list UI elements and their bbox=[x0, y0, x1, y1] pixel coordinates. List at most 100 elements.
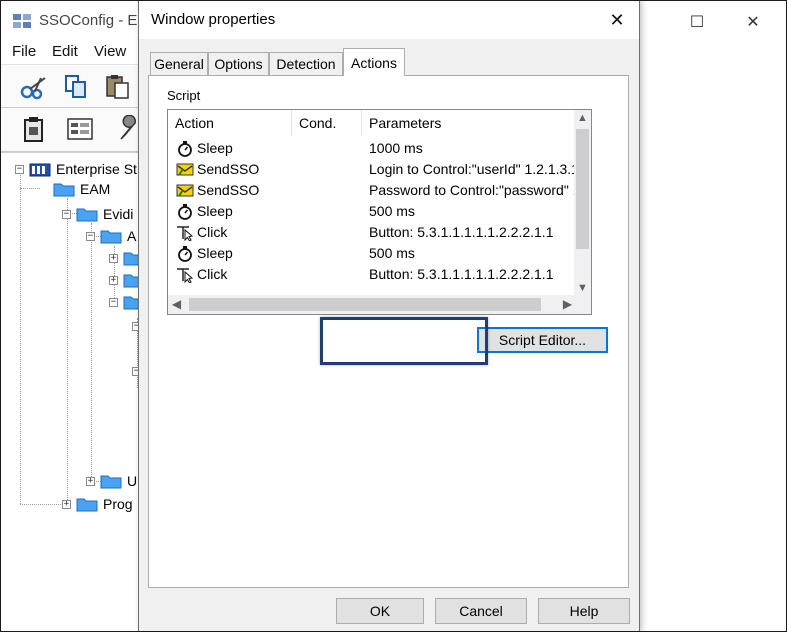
expand-toggle[interactable]: + bbox=[62, 499, 71, 509]
tab-general[interactable]: General bbox=[150, 52, 208, 75]
stopwatch-icon bbox=[178, 246, 192, 262]
cond-cell bbox=[299, 243, 359, 264]
sendsso-icon bbox=[176, 184, 194, 197]
dialog-title: Window properties bbox=[151, 11, 276, 28]
tree-item-u[interactable]: + U bbox=[86, 471, 137, 491]
stopwatch-icon bbox=[178, 141, 192, 157]
tree-view[interactable]: − Enterprise St EAM − Evidi − A + + − − … bbox=[1, 152, 146, 631]
collapse-toggle[interactable]: − bbox=[86, 231, 95, 241]
script-editor-button[interactable]: Script Editor... bbox=[477, 327, 608, 353]
scroll-corner bbox=[574, 295, 591, 314]
table-row[interactable]: SendSSO Login to Control:"userId" 1.2.1.… bbox=[168, 159, 586, 180]
tree-item-evidi[interactable]: − Evidi bbox=[62, 204, 133, 224]
tab-options[interactable]: Options bbox=[208, 52, 269, 75]
table-row[interactable]: Click Button: 5.3.1.1.1.1.1.2.2.2.1.1 bbox=[168, 264, 586, 285]
scissors-icon[interactable] bbox=[19, 72, 49, 102]
action-cell: SendSSO bbox=[197, 161, 260, 177]
action-cell: Click bbox=[197, 266, 228, 282]
column-header-cond[interactable]: Cond. bbox=[292, 110, 362, 136]
horizontal-scrollbar[interactable]: ◀ ▶ bbox=[168, 295, 591, 314]
folder-icon bbox=[76, 208, 98, 222]
tree-item-a[interactable]: − A bbox=[86, 226, 136, 246]
tree-item-eam[interactable]: EAM bbox=[39, 179, 110, 199]
close-button[interactable]: ✕ bbox=[730, 7, 776, 37]
params-cell: Password to Control:"password" 1.2. bbox=[369, 182, 586, 198]
menu-edit[interactable]: Edit bbox=[52, 43, 78, 60]
collapse-toggle[interactable]: − bbox=[109, 297, 118, 307]
params-cell: Button: 5.3.1.1.1.1.1.2.2.2.1.1 bbox=[369, 224, 554, 240]
tree-label: Enterprise St bbox=[56, 161, 137, 177]
params-cell: 500 ms bbox=[369, 203, 415, 219]
toolbar bbox=[1, 64, 146, 108]
tree-label: Evidi bbox=[103, 206, 134, 222]
table-row[interactable]: Sleep 500 ms bbox=[168, 243, 586, 264]
tree-label: Prog bbox=[103, 496, 133, 512]
folder-icon bbox=[100, 230, 122, 244]
action-cell: SendSSO bbox=[197, 182, 260, 198]
params-cell: Button: 5.3.1.1.1.1.1.2.2.2.1.1 bbox=[369, 266, 554, 282]
column-header-parameters[interactable]: Parameters bbox=[362, 110, 591, 136]
expand-toggle[interactable]: + bbox=[86, 476, 95, 486]
paste-icon[interactable] bbox=[103, 72, 133, 102]
table-row[interactable]: Click Button: 5.3.1.1.1.1.1.2.2.2.1.1 bbox=[168, 222, 586, 243]
cond-cell bbox=[299, 264, 359, 285]
server-icon bbox=[29, 163, 51, 177]
menu-view[interactable]: View bbox=[94, 43, 126, 60]
vertical-scrollbar[interactable]: ▲ ▼ bbox=[574, 110, 591, 297]
click-icon bbox=[177, 268, 194, 283]
menu-file[interactable]: File bbox=[12, 43, 36, 60]
toolbar-secondary bbox=[1, 108, 146, 152]
stopwatch-icon bbox=[178, 204, 192, 220]
folder-icon bbox=[53, 183, 75, 197]
clipboard-icon[interactable] bbox=[19, 115, 49, 145]
action-cell: Sleep bbox=[197, 140, 233, 156]
ssoconfig-app-icon bbox=[13, 14, 31, 28]
maximize-button[interactable]: ☐ bbox=[674, 7, 720, 37]
column-header-action[interactable]: Action bbox=[168, 110, 292, 136]
tree-item-enterprise[interactable]: − Enterprise St bbox=[15, 159, 137, 179]
scroll-left-arrow-icon[interactable]: ◀ bbox=[168, 295, 185, 314]
table-row[interactable]: Sleep 500 ms bbox=[168, 201, 586, 222]
dialog-close-button[interactable]: ✕ bbox=[607, 10, 627, 30]
cond-cell bbox=[299, 180, 359, 201]
action-cell: Sleep bbox=[197, 203, 233, 219]
cond-cell bbox=[299, 201, 359, 222]
tab-actions[interactable]: Actions bbox=[343, 48, 405, 76]
collapse-toggle[interactable]: − bbox=[62, 209, 71, 219]
table-row[interactable]: Sleep 1000 ms bbox=[168, 138, 586, 159]
cancel-button[interactable]: Cancel bbox=[435, 598, 527, 624]
vertical-scroll-thumb[interactable] bbox=[576, 129, 589, 249]
tree-label: EAM bbox=[80, 181, 111, 197]
horizontal-scroll-thumb[interactable] bbox=[189, 298, 541, 311]
help-button[interactable]: Help bbox=[538, 598, 630, 624]
collapse-toggle[interactable]: − bbox=[15, 164, 24, 174]
script-label: Script bbox=[167, 88, 201, 103]
highlight-annotation-box bbox=[320, 317, 488, 365]
dialog-titlebar: Window properties ✕ bbox=[139, 1, 639, 39]
params-cell: 500 ms bbox=[369, 245, 415, 261]
ok-button[interactable]: OK bbox=[336, 598, 424, 624]
list-header: Action Cond. Parameters bbox=[168, 110, 586, 136]
cond-cell bbox=[299, 138, 359, 159]
click-icon bbox=[177, 226, 194, 241]
expand-toggle[interactable]: + bbox=[109, 275, 118, 285]
cond-cell bbox=[299, 159, 359, 180]
app-title: SSOConfig - Er bbox=[39, 12, 143, 29]
scroll-up-arrow-icon[interactable]: ▲ bbox=[574, 110, 591, 127]
copy-icon[interactable] bbox=[61, 72, 91, 102]
script-actions-list[interactable]: Action Cond. Parameters Sleep 1000 ms Se… bbox=[167, 109, 592, 315]
folder-icon bbox=[100, 475, 122, 489]
tab-detection[interactable]: Detection bbox=[269, 52, 343, 75]
table-row[interactable]: SendSSO Password to Control:"password" 1… bbox=[168, 180, 586, 201]
properties-grid-icon[interactable] bbox=[65, 115, 95, 145]
action-cell: Click bbox=[197, 224, 228, 240]
expand-toggle[interactable]: + bbox=[109, 253, 118, 263]
tree-label: A bbox=[127, 228, 137, 244]
folder-icon bbox=[76, 498, 98, 512]
tree-label: U bbox=[127, 473, 138, 489]
tree-item-prog[interactable]: + Prog bbox=[62, 494, 133, 514]
window-properties-dialog: Window properties ✕ General Options Dete… bbox=[138, 0, 640, 632]
params-cell: 1000 ms bbox=[369, 140, 423, 156]
cond-cell bbox=[299, 222, 359, 243]
action-cell: Sleep bbox=[197, 245, 233, 261]
